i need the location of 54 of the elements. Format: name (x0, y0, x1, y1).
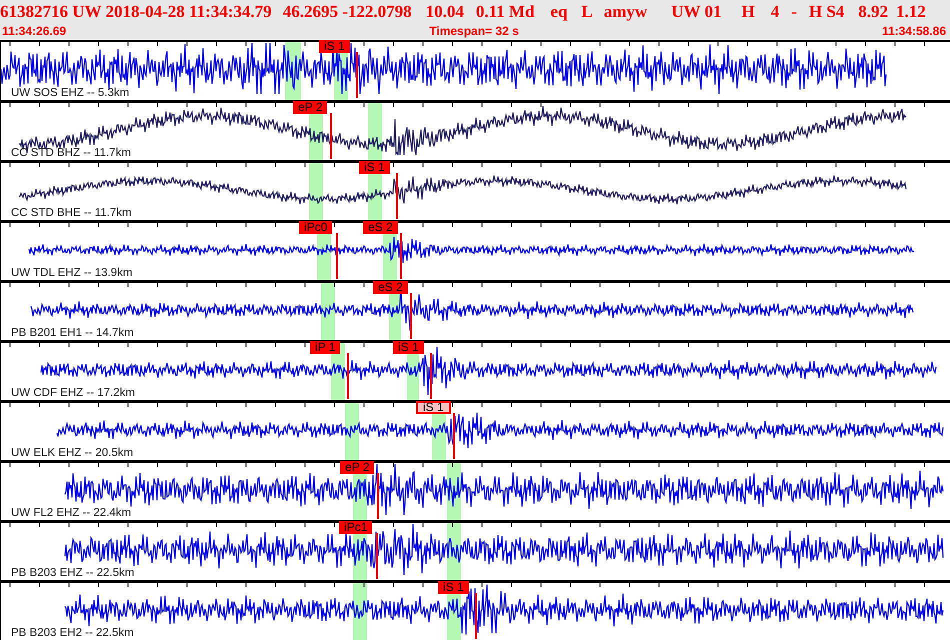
event-field: 46.2695 -122.0798 (282, 2, 412, 22)
pick-line (336, 233, 338, 279)
pick-flag[interactable]: iP 1 (310, 341, 340, 354)
station-label: PB B201 EH1 -- 14.7km (11, 327, 134, 340)
start-time: 11:34:26.69 (2, 24, 66, 38)
station-label: UW ELK EHZ -- 20.5km (11, 447, 134, 460)
station-label: UW SOS EHZ -- 5.3km (11, 87, 130, 100)
event-field: UW 01 (671, 2, 722, 22)
pick-flag[interactable]: iS 1 (438, 581, 469, 594)
event-field: - (791, 2, 797, 22)
pick-flag[interactable]: iS 1 (359, 161, 390, 174)
time-window-band (309, 163, 323, 221)
event-field: 4 (770, 2, 780, 22)
pick-flag[interactable]: iS 1 (319, 40, 350, 53)
station-label: UW FL2 EHZ -- 22.4km (11, 507, 132, 520)
pick-line (475, 593, 477, 639)
event-field: H S4 (808, 2, 844, 22)
event-field: 0.11 Md (476, 2, 534, 22)
station-label: PB B203 EHZ -- 22.5km (11, 567, 134, 580)
pick-line (410, 293, 412, 339)
timespan-label: Timespan= 32 s (429, 24, 519, 38)
pick-line (400, 233, 402, 279)
pick-flag[interactable]: eS 2 (373, 281, 408, 294)
pick-flag[interactable]: eS 2 (363, 221, 398, 234)
pick-line (377, 473, 379, 519)
pick-line (430, 353, 432, 399)
event-field: L (581, 2, 593, 22)
event-field: H (741, 2, 755, 22)
pick-flag[interactable]: iS 1 (393, 341, 424, 354)
event-field: 10.04 (426, 2, 464, 22)
pick-line (356, 52, 358, 98)
station-label: CC STD BHE -- 11.7km (11, 207, 132, 220)
pick-flag[interactable]: eP 2 (340, 461, 374, 474)
event-field: 1.12 (896, 2, 926, 22)
pick-flag[interactable]: iPc1 (339, 521, 372, 534)
station-label: CC STD BHZ -- 11.7km (11, 147, 131, 160)
end-time: 11:34:58.86 (882, 24, 946, 38)
time-window-band (321, 283, 335, 341)
pick-flag[interactable]: iS 1 (416, 401, 451, 414)
station-label: PB B203 EH2 -- 22.5km (11, 627, 134, 640)
event-field: amyw (604, 2, 648, 22)
event-field: eq (550, 2, 568, 22)
pick-line (330, 113, 332, 159)
pick-line (347, 353, 349, 399)
time-window-band (345, 403, 359, 461)
pick-flag[interactable]: iPc0 (299, 221, 332, 234)
event-field: 61382716 UW 2018-04-28 11:34:34.79 (0, 2, 272, 22)
pick-flag[interactable]: eP 2 (293, 101, 328, 114)
station-label: UW TDL EHZ -- 13.9km (11, 267, 132, 280)
pick-line (396, 173, 398, 219)
event-field: 8.92 (858, 2, 888, 22)
pick-line (453, 413, 455, 459)
pick-line (376, 533, 378, 579)
station-label: UW CDF EHZ -- 17.2km (11, 387, 135, 400)
